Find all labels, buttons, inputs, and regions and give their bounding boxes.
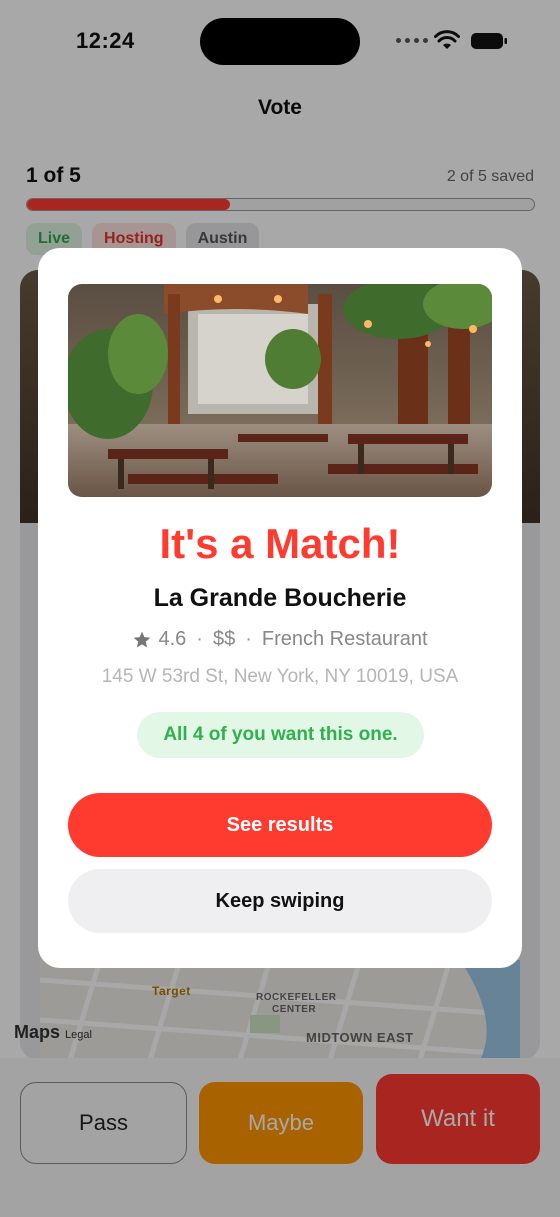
- venue-rating: 4.6: [132, 628, 186, 651]
- consensus-badge: All 4 of you want this one.: [137, 712, 424, 758]
- see-results-button[interactable]: See results: [68, 793, 492, 857]
- venue-meta: 4.6 · $$ · French Restaurant: [38, 628, 522, 651]
- match-title: It's a Match!: [159, 520, 401, 567]
- meta-separator: ·: [196, 628, 203, 650]
- match-restaurant-photo: [68, 284, 492, 497]
- match-modal: It's a Match! La Grande Boucherie 4.6 · …: [38, 248, 522, 968]
- venue-address: 145 W 53rd St, New York, NY 10019, USA: [101, 666, 459, 687]
- keep-swiping-button[interactable]: Keep swiping: [68, 869, 492, 933]
- rating-value: 4.6: [158, 628, 187, 650]
- venue-name: La Grande Boucherie: [153, 584, 407, 612]
- star-icon: [134, 631, 151, 647]
- meta-separator: ·: [245, 628, 252, 650]
- restaurant-interior-image: [68, 284, 492, 497]
- price-level: $$: [212, 628, 236, 650]
- cuisine-category: French Restaurant: [261, 628, 428, 650]
